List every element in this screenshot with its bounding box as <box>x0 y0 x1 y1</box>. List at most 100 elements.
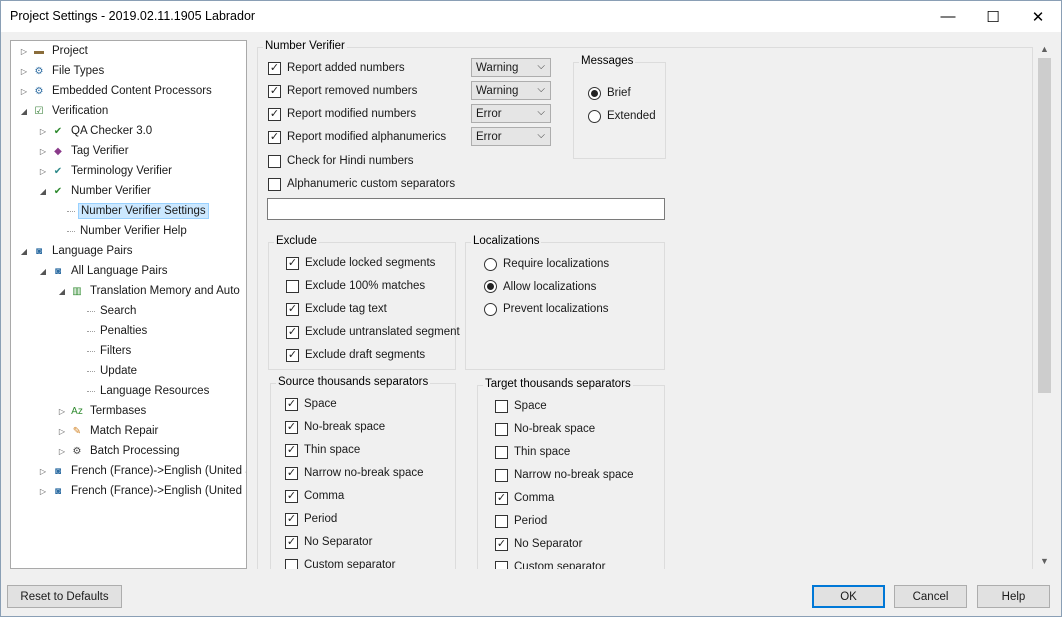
source-separator-2[interactable]: ✓ No-break space <box>285 419 385 435</box>
close-button[interactable]: ✕ <box>1015 1 1061 32</box>
target-separator-1[interactable]: Space <box>495 398 547 414</box>
checkbox[interactable]: ✓ <box>285 466 298 480</box>
expand-arrow-icon[interactable]: ▷ <box>38 127 48 136</box>
checkbox[interactable]: ✓ <box>268 130 281 144</box>
vertical-scrollbar[interactable]: ▲ ▼ <box>1036 40 1053 569</box>
localization-option-2[interactable]: Allow localizations <box>484 279 596 295</box>
expand-arrow-icon[interactable]: ▷ <box>57 407 67 416</box>
tree-node-language-resources[interactable]: Language Resources <box>77 381 211 401</box>
checkbox[interactable]: ✓ <box>495 537 508 551</box>
checkbox[interactable] <box>495 560 508 569</box>
checkbox[interactable]: ✓ <box>285 397 298 411</box>
report-option-4[interactable]: ✓ Report modified alphanumerics <box>268 129 446 145</box>
checkbox[interactable]: ✓ <box>286 302 299 316</box>
checkbox[interactable]: ✓ <box>268 107 281 121</box>
expand-arrow-icon[interactable]: ▷ <box>38 167 48 176</box>
checkbox[interactable]: ✓ <box>285 512 298 526</box>
collapse-arrow-icon[interactable]: ◢ <box>38 187 48 196</box>
source-separator-7[interactable]: ✓ No Separator <box>285 534 372 550</box>
severity-select-4[interactable]: Error ⌵ <box>471 127 551 146</box>
checkbox[interactable]: ✓ <box>286 325 299 339</box>
tree-node-verification[interactable]: ◢ ☑ Verification <box>19 101 110 121</box>
checkbox[interactable] <box>285 558 298 569</box>
tree-node-match-repair[interactable]: ▷ ✎ Match Repair <box>57 421 160 441</box>
checkbox[interactable]: ✓ <box>285 489 298 503</box>
exclude-option-4[interactable]: ✓ Exclude untranslated segment <box>286 324 460 340</box>
localization-option-1[interactable]: Require localizations <box>484 256 609 272</box>
checkbox[interactable]: ✓ <box>285 535 298 549</box>
expand-arrow-icon[interactable]: ▷ <box>38 487 48 496</box>
target-separator-4[interactable]: Narrow no-break space <box>495 467 634 483</box>
source-separator-4[interactable]: ✓ Narrow no-break space <box>285 465 424 481</box>
checkbox[interactable]: ✓ <box>285 443 298 457</box>
target-separator-7[interactable]: ✓ No Separator <box>495 536 582 552</box>
collapse-arrow-icon[interactable]: ◢ <box>19 107 29 116</box>
collapse-arrow-icon[interactable]: ◢ <box>19 247 29 256</box>
collapse-arrow-icon[interactable]: ◢ <box>57 287 67 296</box>
tree-node-tag-verifier[interactable]: ▷ ◆ Tag Verifier <box>38 141 131 161</box>
target-separator-6[interactable]: Period <box>495 513 547 529</box>
checkbox[interactable] <box>286 279 299 293</box>
tree-node-termbases[interactable]: ▷ Az Termbases <box>57 401 148 421</box>
checkbox[interactable]: ✓ <box>285 420 298 434</box>
report-option-6[interactable]: Alphanumeric custom separators <box>268 176 455 192</box>
radio-button[interactable] <box>484 280 497 293</box>
minimize-button[interactable]: — <box>925 1 971 32</box>
maximize-button[interactable]: ☐ <box>970 1 1016 32</box>
scroll-up-icon[interactable]: ▲ <box>1036 40 1053 57</box>
source-separator-8[interactable]: Custom separator <box>285 557 395 569</box>
tree-node-language-pairs[interactable]: ◢ ◙ Language Pairs <box>19 241 135 261</box>
report-option-3[interactable]: ✓ Report modified numbers <box>268 106 416 122</box>
messages-option-extended[interactable]: Extended <box>588 108 656 124</box>
checkbox[interactable] <box>495 445 508 459</box>
checkbox[interactable] <box>495 399 508 413</box>
expand-arrow-icon[interactable]: ▷ <box>19 47 29 56</box>
collapse-arrow-icon[interactable]: ◢ <box>38 267 48 276</box>
exclude-option-3[interactable]: ✓ Exclude tag text <box>286 301 387 317</box>
source-separator-5[interactable]: ✓ Comma <box>285 488 344 504</box>
tree-node-number-verifier-help[interactable]: Number Verifier Help <box>57 221 189 241</box>
severity-select-2[interactable]: Warning ⌵ <box>471 81 551 100</box>
target-separator-3[interactable]: Thin space <box>495 444 570 460</box>
radio-button[interactable] <box>484 257 497 271</box>
expand-arrow-icon[interactable]: ▷ <box>19 87 29 96</box>
target-separator-2[interactable]: No-break space <box>495 421 595 437</box>
cancel-button[interactable]: Cancel <box>894 585 967 608</box>
exclude-option-1[interactable]: ✓ Exclude locked segments <box>286 255 435 271</box>
checkbox[interactable] <box>495 422 508 436</box>
checkbox[interactable] <box>268 177 281 191</box>
checkbox[interactable] <box>495 514 508 528</box>
expand-arrow-icon[interactable]: ▷ <box>38 467 48 476</box>
tree-node-batch-processing[interactable]: ▷ ⚙ Batch Processing <box>57 441 182 461</box>
tree-node-project[interactable]: ▷ ▬ Project <box>19 41 90 61</box>
checkbox[interactable]: ✓ <box>286 348 299 362</box>
report-option-5[interactable]: Check for Hindi numbers <box>268 153 414 169</box>
tree-node-terminology-verifier[interactable]: ▷ ✔ Terminology Verifier <box>38 161 174 181</box>
custom-separators-input[interactable] <box>267 198 665 220</box>
checkbox[interactable]: ✓ <box>268 61 281 75</box>
tree-node-number-verifier-settings[interactable]: Number Verifier Settings <box>57 201 209 221</box>
expand-arrow-icon[interactable]: ▷ <box>57 427 67 436</box>
checkbox[interactable]: ✓ <box>286 256 299 270</box>
checkbox[interactable] <box>495 468 508 482</box>
ok-button[interactable]: OK <box>812 585 885 608</box>
source-separator-6[interactable]: ✓ Period <box>285 511 337 527</box>
tree-node-translation-memory-and-auto[interactable]: ◢ ▥ Translation Memory and Auto <box>57 281 242 301</box>
tree-node-search[interactable]: Search <box>77 301 138 321</box>
target-separator-8[interactable]: Custom separator <box>495 559 605 569</box>
tree-node-file-types[interactable]: ▷ ⚙ File Types <box>19 61 106 81</box>
severity-select-1[interactable]: Warning ⌵ <box>471 58 551 77</box>
tree-node-french-france-english-united[interactable]: ▷ ◙ French (France)->English (United <box>38 481 244 501</box>
scroll-thumb[interactable] <box>1038 58 1051 393</box>
report-option-2[interactable]: ✓ Report removed numbers <box>268 83 417 99</box>
tree-node-french-france-english-united-s[interactable]: ▷ ◙ French (France)->English (United S <box>38 461 246 481</box>
checkbox[interactable] <box>268 154 281 168</box>
exclude-option-2[interactable]: Exclude 100% matches <box>286 278 425 294</box>
radio-button[interactable] <box>484 302 497 316</box>
tree-node-qa-checker-3-0[interactable]: ▷ ✔ QA Checker 3.0 <box>38 121 154 141</box>
tree-node-filters[interactable]: Filters <box>77 341 133 361</box>
tree-node-penalties[interactable]: Penalties <box>77 321 149 341</box>
expand-arrow-icon[interactable]: ▷ <box>38 147 48 156</box>
target-separator-5[interactable]: ✓ Comma <box>495 490 554 506</box>
expand-arrow-icon[interactable]: ▷ <box>19 67 29 76</box>
